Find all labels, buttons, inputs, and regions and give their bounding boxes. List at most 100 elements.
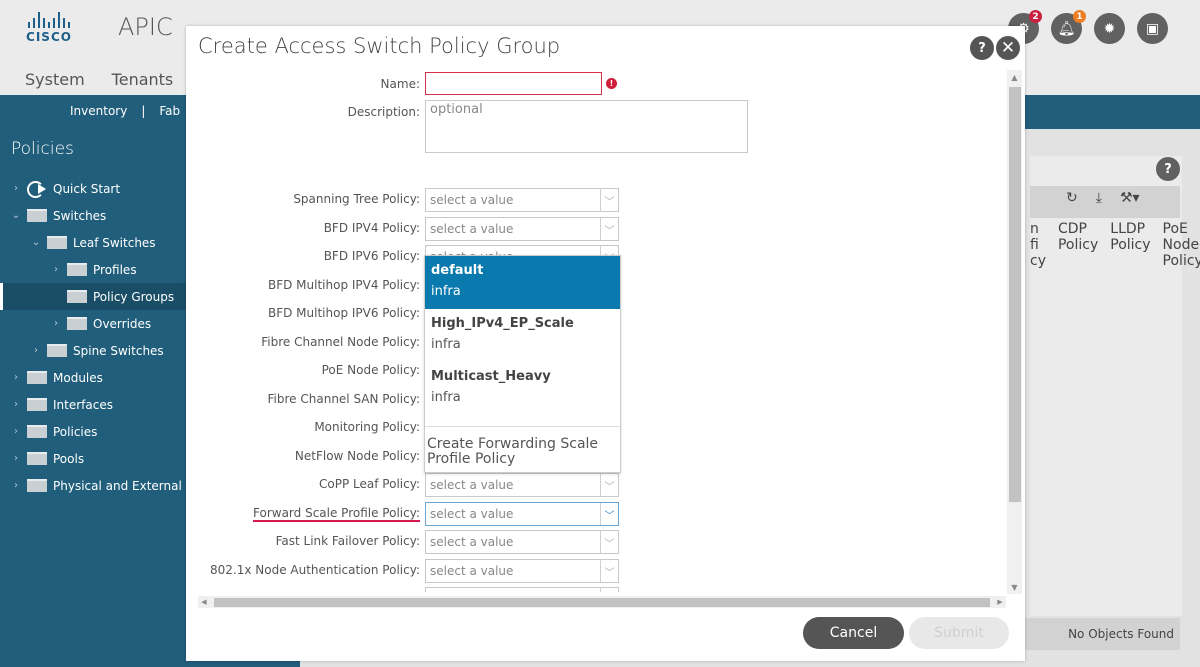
monitor-icon: ▣	[1145, 20, 1160, 37]
copp-leaf-policy-select[interactable]: select a value ﹀	[425, 473, 619, 497]
chevron-right-icon[interactable]: ›	[10, 453, 22, 464]
dropdown-option-high-ipv4-ep-scale[interactable]: High_IPv4_EP_Scale infra	[425, 309, 620, 362]
option-tenant: infra	[431, 284, 461, 299]
forward-scale-profile-policy-label: Forward Scale Profile Policy:	[253, 506, 420, 522]
chevron-down-icon[interactable]: ﹀	[600, 218, 618, 240]
poe-node-policy-label: PoE Node Policy:	[321, 363, 420, 377]
horizontal-scrollbar[interactable]: ◀ ▶	[198, 596, 1006, 608]
spanning-tree-policy-select[interactable]: select a value ﹀	[425, 188, 619, 212]
cancel-button[interactable]: Cancel	[803, 617, 904, 649]
refresh-icon[interactable]: ↻	[1066, 190, 1078, 206]
name-input[interactable]	[425, 72, 602, 95]
notifications-button[interactable]: 🔔︎ 1	[1051, 10, 1086, 44]
sidebar-item-label: Spine Switches	[73, 343, 164, 358]
folder-icon	[27, 209, 47, 222]
fast-link-failover-policy-select[interactable]: select a value ﹀	[425, 530, 619, 554]
chevron-down-icon[interactable]: ﹀	[600, 474, 618, 496]
chevron-down-icon[interactable]: ﹀	[600, 503, 618, 525]
empty-state-text: No Objects Found	[1012, 618, 1180, 650]
spanning-tree-policy-row: Spanning Tree Policy: select a value ﹀	[186, 188, 1006, 212]
column-header-partial[interactable]: n fi cy	[1030, 221, 1052, 269]
chevron-right-icon[interactable]: ›	[10, 399, 22, 410]
nav-tab-tenants[interactable]: Tenants	[112, 70, 174, 89]
question-icon: ?	[978, 40, 986, 56]
chevron-right-icon[interactable]: ›	[30, 345, 42, 356]
option-name: High_IPv4_EP_Scale	[431, 316, 574, 331]
fast-link-failover-policy-row: Fast Link Failover Policy: select a value…	[186, 530, 1006, 554]
display-button[interactable]: ▣	[1137, 13, 1168, 44]
select-placeholder: select a value	[430, 535, 514, 549]
nav-tab-system[interactable]: System	[25, 70, 85, 89]
vertical-scrollbar[interactable]: ▲ ▼	[1007, 70, 1022, 594]
chevron-right-icon[interactable]: ›	[50, 318, 62, 329]
chevron-down-icon[interactable]: ⌄	[30, 237, 42, 248]
option-name: Multicast_Heavy	[431, 369, 551, 384]
subnav-inventory[interactable]: Inventory	[70, 104, 127, 118]
chevron-right-icon[interactable]: ›	[10, 480, 22, 491]
chevron-down-icon[interactable]: ⌄	[10, 210, 22, 221]
description-input[interactable]: optional	[425, 100, 748, 153]
page-help-button[interactable]: ?	[1156, 157, 1180, 181]
column-header-poe-node-policy[interactable]: PoE Node Policy	[1163, 221, 1200, 269]
scroll-down-icon[interactable]: ▼	[1007, 580, 1022, 594]
app-title: APIC	[118, 13, 173, 41]
bfd-ipv4-policy-row: BFD IPV4 Policy: select a value ﹀	[186, 217, 1006, 241]
cisco-logo: CISCO	[20, 12, 78, 48]
sidebar-item-label: Overrides	[93, 316, 152, 331]
help-button[interactable]: ?	[970, 36, 994, 60]
column-header-cdp-policy[interactable]: CDP Policy	[1058, 221, 1104, 269]
copp-pre-filter-select[interactable]: select a value﹀	[425, 587, 619, 592]
chevron-down-icon[interactable]: ﹀	[600, 189, 618, 211]
sidebar-item-label: Physical and External D	[53, 478, 195, 493]
folder-icon	[27, 371, 47, 384]
chevron-down-icon[interactable]: ﹀	[600, 531, 618, 553]
monitoring-policy-label: Monitoring Policy:	[314, 420, 420, 434]
fibre-channel-san-policy-label: Fibre Channel SAN Policy:	[267, 392, 420, 406]
chevron-right-icon[interactable]: ›	[10, 426, 22, 437]
sidebar-item-label: Pools	[53, 451, 85, 466]
scroll-up-icon[interactable]: ▲	[1007, 70, 1022, 84]
bfd-multihop-ipv6-policy-label: BFD Multihop IPV6 Policy:	[267, 306, 420, 320]
sidebar-item-label: Policy Groups	[93, 289, 175, 304]
scroll-right-icon[interactable]: ▶	[994, 596, 1006, 608]
chevron-right-icon[interactable]: ›	[10, 183, 22, 194]
vertical-scroll-thumb[interactable]	[1009, 87, 1021, 502]
bfd-ipv4-policy-select[interactable]: select a value ﹀	[425, 217, 619, 241]
forward-scale-profile-policy-select[interactable]: select a value ﹀	[425, 502, 619, 526]
brand-name: CISCO	[26, 30, 72, 44]
netflow-node-policy-label: NetFlow Node Policy:	[294, 449, 420, 463]
dropdown-option-default[interactable]: default infra	[425, 256, 620, 309]
create-forwarding-scale-profile-policy[interactable]: Create Forwarding Scale Profile Policy	[425, 426, 620, 467]
folder-icon	[67, 317, 87, 330]
submit-button[interactable]: Submit	[909, 617, 1009, 649]
close-button[interactable]: ✕	[996, 36, 1020, 60]
notifications-badge: 1	[1073, 10, 1086, 23]
settings-button[interactable]: ✹	[1094, 13, 1125, 44]
folder-icon	[27, 479, 47, 492]
802-1x-node-authentication-policy-label: 802.1x Node Authentication Policy:	[210, 563, 420, 577]
chevron-right-icon[interactable]: ›	[10, 372, 22, 383]
802-1x-node-authentication-policy-select[interactable]: select a value ﹀	[425, 559, 619, 583]
description-label: Description:	[347, 105, 420, 119]
close-icon: ✕	[1000, 38, 1016, 58]
chevron-down-icon[interactable]: ﹀	[600, 588, 618, 592]
folder-icon	[47, 236, 67, 249]
gear-icon: ✹	[1103, 20, 1116, 37]
column-header-lldp-policy[interactable]: LLDP Policy	[1110, 221, 1156, 269]
download-icon[interactable]: ⤓	[1096, 190, 1102, 206]
scroll-left-icon[interactable]: ◀	[198, 596, 210, 608]
sidebar-item-label: Policies	[53, 424, 98, 439]
sidebar-item-label: Switches	[53, 208, 107, 223]
chevron-down-icon[interactable]: ﹀	[600, 560, 618, 582]
subnav-separator: |	[141, 104, 146, 118]
chevron-right-icon[interactable]: ›	[50, 264, 62, 275]
dropdown-option-multicast-heavy[interactable]: Multicast_Heavy infra	[425, 362, 620, 415]
main-nav: System Tenants	[25, 70, 173, 89]
tools-icon[interactable]: ⚒▾	[1120, 190, 1140, 206]
select-placeholder: select a value	[430, 222, 514, 236]
subnav-fabric-policies[interactable]: Fab	[159, 104, 180, 118]
horizontal-scroll-thumb[interactable]	[214, 598, 990, 607]
bfd-ipv4-policy-label: BFD IPV4 Policy:	[323, 221, 420, 235]
bfd-ipv6-policy-label: BFD IPV6 Policy:	[323, 249, 420, 263]
folder-icon	[27, 452, 47, 465]
